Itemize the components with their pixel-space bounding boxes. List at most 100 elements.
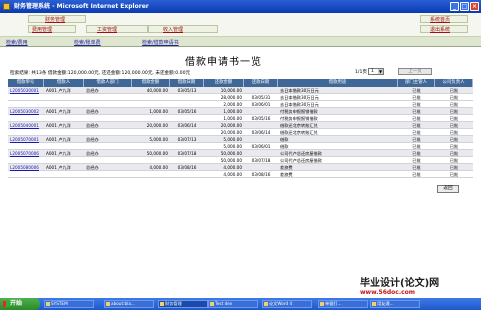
table-cell: A001 卢九洋 — [46, 123, 71, 128]
table-cell — [86, 143, 130, 150]
table-cell — [134, 94, 168, 101]
table-cell: 4,000.00 — [223, 165, 242, 170]
table-cell: 5,000.00 — [223, 137, 242, 142]
table-cell: 5,000.00 — [223, 144, 242, 149]
table-row: 2,000.00 03/06/01 去日本借款30万日元 已批 已批 — [8, 101, 473, 108]
table-cell: A001 卢九洋 — [46, 137, 71, 142]
taskbar-item-label: SYSTEM — [51, 301, 68, 306]
table-cell — [86, 101, 130, 108]
table-cell — [246, 122, 276, 129]
table-cell: A001 卢九洋 — [46, 88, 71, 93]
table-cell: 借款 — [280, 144, 289, 149]
table-cell — [172, 115, 202, 122]
window-controls: _ □ × — [450, 2, 479, 11]
table-cell: 已批 — [449, 123, 459, 128]
window-title: 财务管理系统 - Microsoft Internet Explorer — [14, 3, 149, 10]
table-cell: 付税务申报报销借款 — [280, 109, 318, 114]
table-cell: 03/05/13 — [177, 88, 197, 93]
loan-id-link[interactable]: L2005070006 — [10, 150, 42, 157]
taskbar-item-label: 财务管理 — [165, 301, 182, 306]
table-cell: 已批 — [449, 137, 459, 142]
loan-id-link[interactable]: L2005070001 — [10, 136, 42, 143]
close-icon[interactable]: × — [470, 2, 479, 11]
table-cell: 已批 — [412, 116, 421, 121]
table-row: 50,000.00 03/07/18 公司代卢总还房屋借款 已批 已批 — [8, 157, 473, 164]
table-cell: 已批 — [449, 172, 459, 177]
table-cell: 差旅费 — [280, 165, 293, 170]
table-cell — [246, 87, 276, 94]
ie-icon — [3, 3, 10, 10]
table-cell: 5,000.00 — [149, 137, 168, 142]
app-icon — [264, 302, 268, 306]
loan-id-link[interactable]: L2005080006 — [10, 164, 42, 171]
table-cell: 已批 — [412, 151, 421, 156]
table-cell — [86, 171, 130, 178]
taskbar-item-label: Test dev — [215, 301, 233, 306]
table-row: L2005070001 A001 卢九洋 总经办 5,000.00 03/07/13 5,… — [8, 136, 473, 143]
crumb-expense-search[interactable]: 检索/费用 — [6, 39, 28, 46]
loan-id-link[interactable]: L2005030001 — [10, 87, 42, 94]
crumb-loan-search[interactable]: 检索/借款申请书 — [142, 39, 179, 46]
table-cell: 差旅费 — [280, 172, 293, 177]
table-cell: 总经办 — [86, 137, 99, 142]
table-cell: A001 卢九洋 — [46, 109, 71, 114]
taskbar-item[interactable]: 财务管理 — [158, 300, 208, 308]
table-cell: 去日本借款30万日元 — [280, 88, 319, 93]
taskbar-item[interactable]: Test dev — [208, 300, 258, 308]
nav-link-salary[interactable]: 工资管理 — [97, 26, 117, 33]
table-cell: 总经办 — [86, 88, 99, 93]
table-cell — [46, 143, 82, 150]
table-cell: 总经办 — [86, 109, 99, 114]
window-title-bar: 财务管理系统 - Microsoft Internet Explorer _ □… — [0, 0, 481, 13]
taskbar-item-label: about:bla... — [111, 301, 135, 306]
taskbar-item[interactable]: 用友通... — [370, 300, 420, 308]
table-row: 20,000.00 03/06/14 借款还北京转账汇兑 已批 已批 — [8, 129, 473, 136]
loan-id-link — [10, 115, 42, 122]
table-cell: 50,000.00 — [220, 151, 242, 156]
start-button[interactable]: 开始 — [0, 298, 40, 310]
table-row: L2005030001 A001 卢九洋 总经办 40,000.00 03/05/13 1… — [8, 87, 473, 94]
table-cell: 已批 — [412, 88, 421, 93]
app-icon — [210, 302, 214, 306]
table-cell: 已批 — [412, 109, 421, 114]
app-icon — [320, 302, 324, 306]
table-cell — [134, 171, 168, 178]
table-row: 1,000.00 03/05/16 付税务申报报销借款 已批 已批 — [8, 115, 473, 122]
table-cell: 已批 — [449, 88, 459, 93]
nav-link-income[interactable]: 收入管理 — [163, 26, 183, 33]
taskbar-item[interactable]: 论文Word 4 — [262, 300, 312, 308]
table-cell: 已批 — [449, 102, 459, 107]
table-cell — [246, 108, 276, 115]
table-cell — [172, 101, 202, 108]
maximize-icon[interactable]: □ — [460, 2, 469, 11]
app-icon — [372, 302, 376, 306]
table-cell: 已批 — [412, 172, 421, 177]
table-cell: 付税务申报报销借款 — [280, 116, 318, 121]
taskbar-item[interactable]: 单据打... — [318, 300, 368, 308]
nav-link-finance[interactable]: 财务管理 — [45, 16, 65, 23]
table-cell — [46, 157, 82, 164]
page-select[interactable]: 1 ▼ — [368, 68, 384, 75]
crumb-bill-search[interactable]: 检索/账单费 — [74, 39, 101, 46]
table-cell — [246, 136, 276, 143]
table-cell: 03/08/16 — [177, 165, 197, 170]
page-select-value: 1 — [371, 69, 374, 74]
nav-link-logout[interactable]: 退出系统 — [430, 26, 450, 33]
loan-id-link[interactable]: L2005030002 — [10, 108, 42, 115]
column-header: 借款人 — [44, 79, 84, 87]
breadcrumb: 检索/费用 检索/账单费 检索/借款申请书 — [0, 37, 481, 47]
table-cell — [134, 101, 168, 108]
table-cell: 已批 — [449, 158, 459, 163]
nav-link-home[interactable]: 系统首页 — [430, 16, 450, 23]
prev-page-button[interactable]: 上一页 — [398, 68, 432, 75]
loan-id-link[interactable]: L2005040001 — [10, 122, 42, 129]
nav-link-expense[interactable]: 费用管理 — [32, 26, 52, 33]
return-button[interactable]: 返回 — [437, 185, 459, 193]
taskbar-item[interactable]: SYSTEM — [44, 300, 94, 308]
table-row: L2005080006 A001 卢九洋 总经办 4,000.00 03/08/16 4,… — [8, 164, 473, 171]
taskbar-item[interactable]: about:bla... — [104, 300, 154, 308]
taskbar-item-label: 用友通... — [377, 301, 394, 306]
table-body: L2005030001 A001 卢九洋 总经办 40,000.00 03/05/13 1… — [8, 87, 473, 178]
minimize-icon[interactable]: _ — [450, 2, 459, 11]
table-cell — [86, 115, 130, 122]
